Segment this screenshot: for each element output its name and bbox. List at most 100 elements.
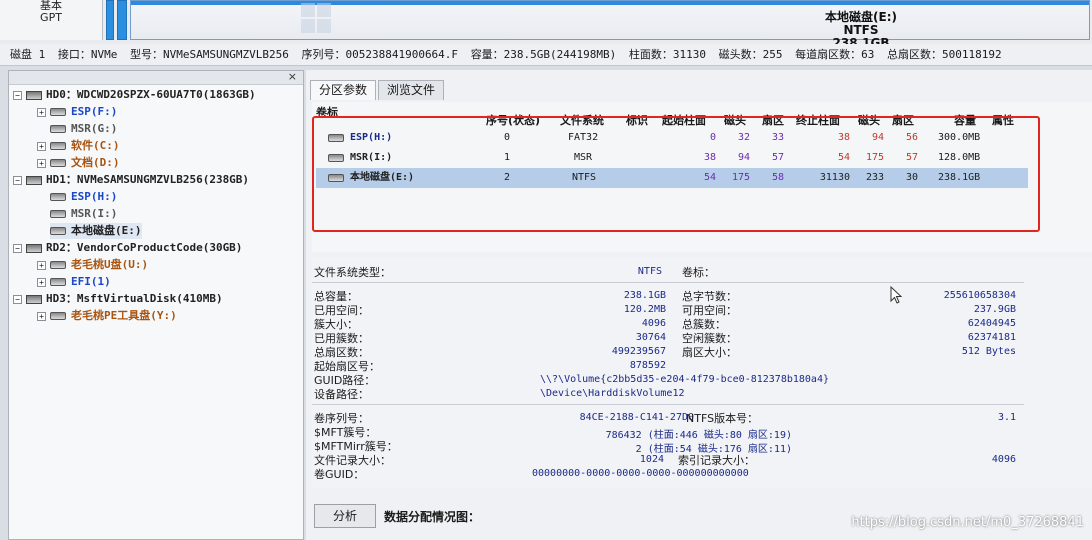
tab-bar: 分区参数 浏览文件 — [310, 80, 446, 100]
disk-info-bar: 磁盘 1 接口：NVMe 型号：NVMeSAMSUNGMZVLB256 序列号：… — [0, 44, 1092, 66]
index-size-label: 索引记录大小： — [678, 454, 755, 467]
volume-guid-value: 00000000-0000-0000-0000-000000000000 — [532, 468, 749, 479]
tree-item-docs-d[interactable]: + 文档(D:) — [37, 155, 120, 171]
column-header-flag[interactable]: 标识 — [626, 112, 648, 128]
index-size-value: 4096 — [991, 454, 1016, 465]
partition-icon — [50, 227, 66, 235]
virtual-disk-icon — [26, 294, 42, 304]
disk-model: 型号：NVMeSAMSUNGMZVLB256 — [130, 48, 289, 61]
volume-guid-label: 卷GUID： — [314, 468, 365, 481]
partition-icon — [50, 142, 66, 150]
sector-size-value: 512 Bytes — [961, 346, 1016, 357]
disk-number: 磁盘 1 — [10, 48, 46, 61]
filesystem-details: 文件系统类型： NTFS 卷标： 总容量： 238.1GB 总字节数： 2556… — [312, 258, 1092, 488]
column-header-capacity[interactable]: 容量 — [954, 112, 976, 128]
partition-icon — [328, 134, 344, 142]
disk-type-gpt: GPT — [40, 11, 62, 24]
data-distribution-label: 数据分配情况图： — [384, 510, 481, 524]
partition-icon — [50, 261, 66, 269]
partition-icon — [50, 108, 66, 116]
expand-icon[interactable]: + — [37, 311, 46, 321]
tree-item-msr-g[interactable]: MSR(G:) — [50, 121, 117, 137]
column-header-end-sector[interactable]: 扇区 — [892, 112, 914, 128]
collapse-icon[interactable]: − — [13, 294, 22, 304]
free-space-value: 237.9GB — [973, 304, 1016, 315]
used-clusters-value: 30764 — [635, 332, 666, 343]
tree-item-usb-u[interactable]: + 老毛桃U盘(U:) — [37, 257, 148, 273]
partition-block-msr[interactable] — [117, 0, 127, 40]
tree-item-msr-i[interactable]: MSR(I:) — [50, 206, 117, 222]
expand-icon[interactable]: + — [37, 260, 46, 270]
partition-icon — [50, 312, 66, 320]
partition-icon — [50, 125, 66, 133]
collapse-icon[interactable]: − — [13, 243, 22, 253]
tab-partition-params[interactable]: 分区参数 — [310, 80, 377, 100]
tree-item-hd0[interactable]: − HD0：WDCWD20SPZX-60UA7T0(1863GB) — [13, 87, 256, 103]
tab-browse-files[interactable]: 浏览文件 — [378, 80, 445, 100]
disk-total-sectors: 总扇区数：500118192 — [887, 48, 1002, 61]
tree-item-esp-h[interactable]: ESP(H:) — [50, 189, 117, 205]
mft-cluster-value: 786432 (柱面:446 磁头:80 扇区:19) — [605, 430, 792, 441]
disk-capacity: 容量：238.5GB(244198MB) — [470, 48, 617, 61]
partition-icon — [50, 278, 66, 286]
tree-item-local-disk-e[interactable]: 本地磁盘(E:) — [50, 223, 142, 239]
volume-label-label: 卷标： — [682, 266, 715, 279]
tree-item-efi-1[interactable]: + EFI(1) — [37, 274, 111, 290]
partition-icon — [50, 193, 66, 201]
partition-icon — [328, 174, 344, 182]
hard-disk-icon — [26, 175, 42, 185]
expand-icon[interactable]: + — [37, 141, 46, 151]
partition-block-esp[interactable] — [106, 0, 114, 40]
partition-block-local-disk-e[interactable]: 本地磁盘(E:) NTFS 238.1GB — [130, 0, 1090, 50]
expand-icon[interactable]: + — [37, 107, 46, 117]
close-icon[interactable]: × — [288, 71, 297, 83]
fs-type-label: 文件系统类型： — [314, 266, 391, 279]
sector-size-label: 扇区大小： — [682, 346, 737, 359]
tree-item-software-c[interactable]: + 软件(C:) — [37, 138, 120, 154]
column-header-index[interactable]: 序号(状态) — [486, 112, 540, 128]
disk-type-box[interactable]: 基本 GPT — [0, 0, 103, 40]
column-header-fs[interactable]: 文件系统 — [560, 112, 604, 128]
column-header-volume[interactable]: 卷标 — [316, 104, 338, 120]
column-header-attrs[interactable]: 属性 — [992, 112, 1014, 128]
tree-item-pe-y[interactable]: + 老毛桃PE工具盘(Y:) — [37, 308, 177, 324]
tree-item-hd3[interactable]: − HD3：MsftVirtualDisk(410MB) — [13, 291, 223, 307]
column-header-end-head[interactable]: 磁头 — [858, 112, 880, 128]
partition-table: 卷标 序号(状态) 文件系统 标识 起始柱面 磁头 扇区 终止柱面 磁头 扇区 … — [312, 102, 1092, 252]
disk-cylinders: 柱面数：31130 — [628, 48, 707, 61]
disk-sectors-per-track: 每道扇区数：63 — [795, 48, 875, 61]
tree-item-rd2[interactable]: − RD2：VendorCoProductCode(30GB) — [13, 240, 242, 256]
expand-icon[interactable]: + — [37, 277, 46, 287]
disk-map-strip: 基本 GPT 本地磁盘(E:) NTFS 238.1GB — [0, 0, 1092, 50]
table-row[interactable]: ESP(H:) 0 FAT32 0 32 33 38 94 56 300.0MB — [316, 128, 1028, 148]
tree-header: × — [9, 71, 303, 85]
fs-type-value: NTFS — [637, 266, 662, 277]
column-header-start-sector[interactable]: 扇区 — [762, 112, 784, 128]
analyze-button[interactable]: 分析 — [314, 504, 376, 528]
cluster-size-value: 4096 — [641, 318, 666, 329]
ntfs-version-label: NTFS版本号： — [686, 412, 759, 425]
collapse-icon[interactable]: − — [13, 175, 22, 185]
hard-disk-icon — [26, 90, 42, 100]
free-clusters-value: 62374181 — [967, 332, 1016, 343]
column-header-end-cyl[interactable]: 终止柱面 — [796, 112, 840, 128]
ntfs-version-value: 3.1 — [997, 412, 1016, 423]
partition-icon — [328, 154, 344, 162]
column-header-start-cyl[interactable]: 起始柱面 — [662, 112, 706, 128]
tree-item-hd1[interactable]: − HD1：NVMeSAMSUNGMZVLB256(238GB) — [13, 172, 249, 188]
table-row-selected[interactable]: 本地磁盘(E:) 2 NTFS 54 175 58 31130 233 30 2… — [316, 168, 1028, 188]
mouse-cursor-icon — [890, 286, 903, 304]
table-row[interactable]: MSR(I:) 1 MSR 38 94 57 54 175 57 128.0MB — [316, 148, 1028, 168]
disk-serial: 序列号：005238841900664.F — [301, 48, 459, 61]
disk-interface: 接口：NVMe — [57, 48, 118, 61]
partition-icon — [50, 210, 66, 218]
windows-logo-icon — [301, 3, 331, 33]
total-clusters-value: 62404945 — [967, 318, 1016, 329]
volume-serial-value: 84CE-2188-C141-27D0 — [579, 412, 694, 423]
column-header-start-head[interactable]: 磁头 — [724, 112, 746, 128]
tree-item-esp-f[interactable]: + ESP(F:) — [37, 104, 117, 120]
collapse-icon[interactable]: − — [13, 90, 22, 100]
disk-heads: 磁头数：255 — [718, 48, 783, 61]
total-capacity-value: 238.1GB — [623, 290, 666, 301]
expand-icon[interactable]: + — [37, 158, 46, 168]
